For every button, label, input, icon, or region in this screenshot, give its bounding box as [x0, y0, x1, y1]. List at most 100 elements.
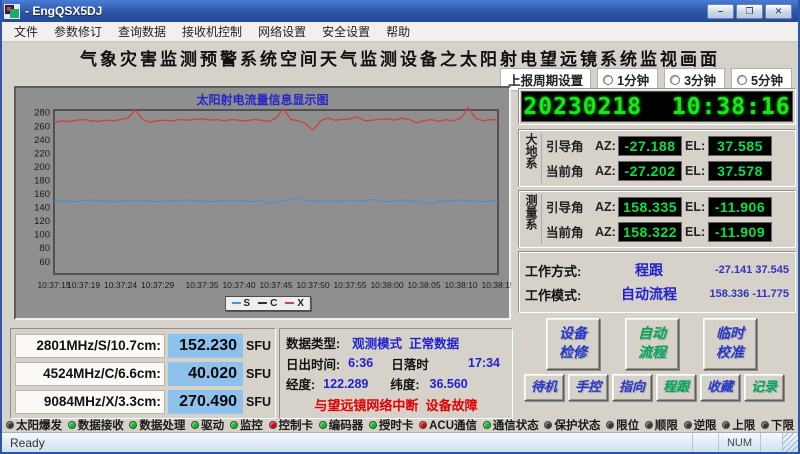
- menu-item-1[interactable]: 文件: [6, 21, 46, 42]
- work-mode-value: 程跟: [601, 260, 697, 280]
- resize-grip[interactable]: [782, 433, 798, 452]
- minimize-button[interactable]: –: [707, 4, 734, 19]
- flux-value: 270.490: [168, 390, 243, 414]
- svg-text:10:38:10: 10:38:10: [444, 280, 477, 290]
- small-button-3[interactable]: 指向: [612, 374, 652, 401]
- title-bar[interactable]: - EngQSX5DJ – ❐ ✕: [0, 0, 800, 22]
- close-button[interactable]: ✕: [765, 4, 792, 19]
- big-button-2[interactable]: 自动流程: [625, 318, 679, 370]
- flux-unit: SFU: [246, 367, 271, 381]
- led-icon: [6, 421, 14, 429]
- led-icon: [129, 421, 137, 429]
- led-icon: [230, 421, 238, 429]
- button-label: 流程: [626, 343, 678, 362]
- status-label: 数据接收: [78, 417, 124, 433]
- geodetic-guide-az: -27.188: [618, 136, 682, 156]
- svg-text:60: 60: [39, 257, 50, 268]
- big-button-1[interactable]: 设备检修: [546, 318, 600, 370]
- legend-entry: C: [258, 298, 277, 309]
- legend-dash: [285, 302, 294, 304]
- status-indicator-2: 数据接收: [68, 417, 124, 433]
- geodetic-angle-group: 大地系 引导角 AZ: -27.188 EL: 37.585 当前角 AZ: -…: [518, 129, 796, 187]
- status-label: 限位: [616, 417, 639, 433]
- measure-current-row: 当前角 AZ: 158.322 EL: -11.909: [546, 222, 791, 242]
- svg-text:10:37:24: 10:37:24: [104, 280, 137, 290]
- menu-item-5[interactable]: 网络设置: [250, 21, 314, 42]
- svg-text:180: 180: [34, 176, 50, 187]
- led-icon: [722, 421, 730, 429]
- radio-icon: [670, 75, 680, 85]
- flux-label: 2801MHz/S/10.7cm:: [15, 334, 165, 358]
- small-button-5[interactable]: 收藏: [700, 374, 740, 401]
- small-buttons-row: 待机手控指向程跟收藏记录: [524, 374, 796, 401]
- geodetic-guide-el: 37.585: [708, 136, 772, 156]
- longitude-value: 122.289: [323, 377, 368, 391]
- svg-text:10:37:29: 10:37:29: [141, 280, 174, 290]
- small-button-2[interactable]: 手控: [568, 374, 608, 401]
- row-name: 引导角: [546, 197, 592, 216]
- status-label: 逆限: [694, 417, 717, 433]
- measure-guide-az: 158.335: [618, 197, 682, 217]
- svg-text:220: 220: [34, 148, 50, 159]
- menu-item-2[interactable]: 参数修订: [46, 21, 110, 42]
- status-led-row: 太阳爆发数据接收数据处理驱动监控控制卡编码器授时卡ACU通信通信状态保护状态限位…: [4, 417, 796, 432]
- status-indicator-5: 监控: [230, 417, 263, 433]
- legend-entry: S: [231, 298, 250, 309]
- geodetic-current-az: -27.202: [618, 161, 682, 181]
- legend-entry: X: [285, 298, 304, 309]
- status-indicator-12: 限位: [606, 417, 639, 433]
- led-icon: [544, 421, 552, 429]
- radio-label: 1分钟: [617, 70, 649, 89]
- menu-item-7[interactable]: 帮助: [378, 21, 418, 42]
- status-indicator-10: 通信状态: [483, 417, 539, 433]
- sun-times-row: 日出时间: 6:36 日落时 17:34: [286, 354, 506, 373]
- az-label: AZ:: [595, 200, 615, 214]
- flux-label: 4524MHz/C/6.6cm:: [15, 362, 165, 386]
- button-label: 临时: [704, 324, 756, 343]
- svg-text:10:37:15: 10:37:15: [37, 280, 70, 290]
- az-label: AZ:: [595, 225, 615, 239]
- status-label: 顺限: [655, 417, 678, 433]
- flux-chart: 280260240220200180160140120100806010:37:…: [18, 106, 511, 294]
- measure-guide-el: -11.906: [708, 197, 772, 217]
- data-type-row: 数据类型: 观测模式 正常数据: [286, 333, 506, 352]
- radio-icon: [737, 75, 747, 85]
- el-label: EL:: [685, 225, 705, 239]
- az-label: AZ:: [595, 139, 615, 153]
- geodetic-current-row: 当前角 AZ: -27.202 EL: 37.578: [546, 161, 791, 181]
- work-mode-label: 工作方式:: [525, 261, 601, 280]
- app-window: - EngQSX5DJ – ❐ ✕ 文件参数修订查询数据接收机控制网络设置安全设…: [0, 0, 800, 454]
- small-button-1[interactable]: 待机: [524, 374, 564, 401]
- work-mode-row: 工作方式: 程跟 -27.141 37.545: [525, 258, 789, 282]
- menu-item-3[interactable]: 查询数据: [110, 21, 174, 42]
- small-button-4[interactable]: 程跟: [656, 374, 696, 401]
- geodetic-label: 大地系: [523, 133, 542, 183]
- status-label: 太阳爆发: [16, 417, 62, 433]
- flux-row-1: 2801MHz/S/10.7cm:152.230SFU: [15, 333, 271, 358]
- flux-row-2: 4524MHz/C/6.6cm:40.020SFU: [15, 361, 271, 386]
- geodetic-current-el: 37.578: [708, 161, 772, 181]
- led-icon: [319, 421, 327, 429]
- led-icon: [419, 421, 427, 429]
- data-type-label: 数据类型:: [286, 333, 340, 352]
- info-panel: 数据类型: 观测模式 正常数据 日出时间: 6:36 日落时 17:34 经度:…: [279, 328, 513, 419]
- work-model-row: 工作模式: 自动流程 158.336 -11.775: [525, 282, 789, 306]
- maximize-button[interactable]: ❐: [736, 4, 763, 19]
- statusbar-cell: [760, 433, 782, 452]
- status-indicator-1: 太阳爆发: [6, 417, 62, 433]
- status-label: 编码器: [329, 417, 364, 433]
- clock-value: 20230218 10:38:16: [523, 94, 790, 120]
- menu-item-6[interactable]: 安全设置: [314, 21, 378, 42]
- small-button-6[interactable]: 记录: [744, 374, 784, 401]
- measure-angle-group: 测量系 引导角 AZ: 158.335 EL: -11.906 当前角 AZ: …: [518, 190, 796, 248]
- button-label: 校准: [704, 343, 756, 362]
- menu-item-4[interactable]: 接收机控制: [174, 21, 250, 42]
- geodetic-guide-row: 引导角 AZ: -27.188 EL: 37.585: [546, 136, 791, 156]
- flux-chart-panel: 太阳射电流量信息显示图 2802602402202001801601401201…: [14, 86, 511, 320]
- statusbar-ready: Ready: [10, 436, 45, 450]
- statusbar-cell: [692, 433, 718, 452]
- work-mode-group: 工作方式: 程跟 -27.141 37.545 工作模式: 自动流程 158.3…: [518, 251, 796, 313]
- svg-text:10:37:35: 10:37:35: [185, 280, 218, 290]
- status-indicator-9: ACU通信: [419, 417, 477, 433]
- big-button-3[interactable]: 临时校准: [703, 318, 757, 370]
